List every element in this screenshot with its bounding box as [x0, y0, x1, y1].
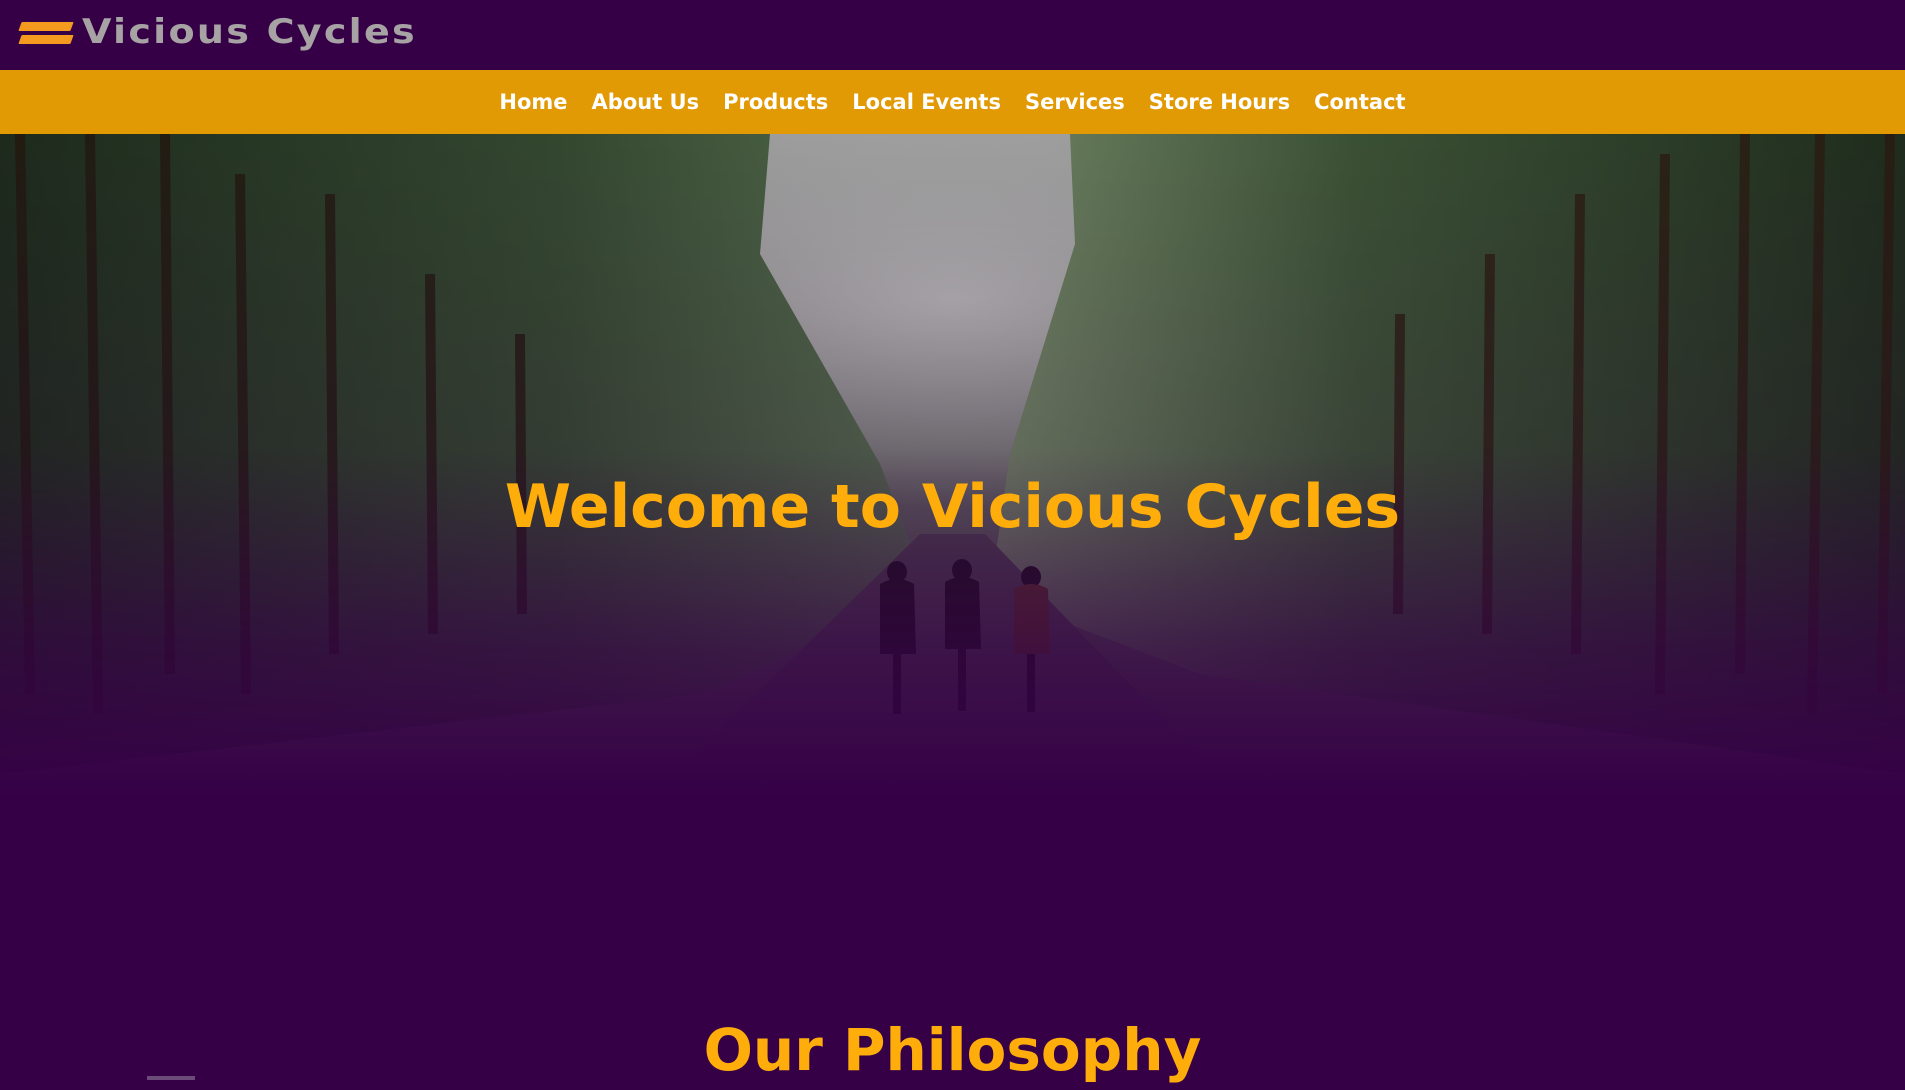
philosophy-heading: Our Philosophy: [703, 1016, 1202, 1084]
nav-link-store-hours[interactable]: Store Hours: [1149, 90, 1290, 114]
hero-title: Welcome to Vicious Cycles: [504, 472, 1401, 542]
site-logo[interactable]: Vicious Cycles: [18, 12, 415, 52]
scroll-indicator: [147, 1076, 195, 1080]
nav-list: Home About Us Products Local Events Serv…: [0, 70, 1905, 134]
nav-link-contact[interactable]: Contact: [1314, 90, 1406, 114]
nav-link-home[interactable]: Home: [499, 90, 567, 114]
logo-stripe-bottom: [18, 35, 74, 44]
main-navigation: Home About Us Products Local Events Serv…: [0, 70, 1905, 134]
nav-link-local-events[interactable]: Local Events: [852, 90, 1001, 114]
nav-link-services[interactable]: Services: [1025, 90, 1125, 114]
site-header: Vicious Cycles: [0, 0, 1905, 70]
nav-link-products[interactable]: Products: [723, 90, 828, 114]
nav-link-about-us[interactable]: About Us: [592, 90, 700, 114]
speed-lines-logo-icon: [18, 16, 78, 48]
logo-stripe-top: [18, 22, 74, 31]
brand-name: Vicious Cycles: [82, 12, 417, 52]
hero-section: Welcome to Vicious Cycles: [0, 134, 1905, 964]
forest-road-cyclists-image: [0, 134, 1905, 964]
